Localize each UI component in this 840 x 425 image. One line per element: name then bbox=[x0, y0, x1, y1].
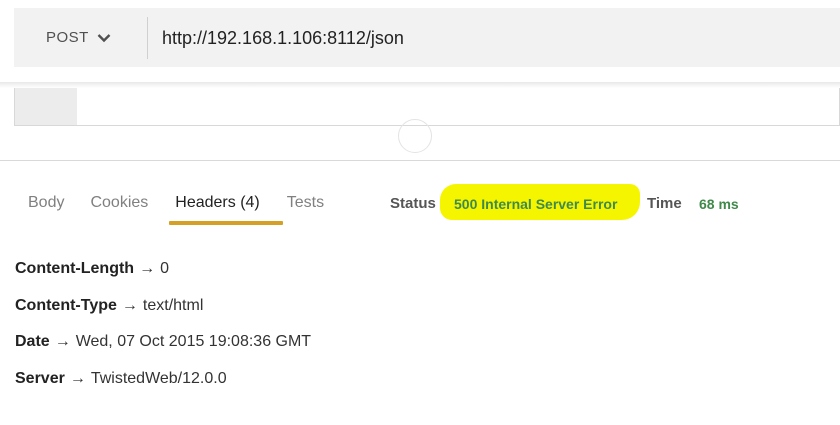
chevron-down-icon bbox=[97, 33, 111, 42]
tab-headers[interactable]: Headers (4) bbox=[175, 194, 259, 212]
header-key: Date bbox=[15, 333, 50, 350]
header-arrow: → bbox=[69, 369, 86, 387]
response-tabs: Body Cookies Headers (4) Tests bbox=[28, 194, 324, 212]
method-select[interactable]: POST bbox=[46, 29, 111, 46]
header-row: Server → TwistedWeb/12.0.0 bbox=[15, 370, 311, 407]
url-input[interactable] bbox=[162, 28, 822, 49]
tab-cookies[interactable]: Cookies bbox=[90, 194, 148, 212]
tab-tests[interactable]: Tests bbox=[287, 194, 324, 212]
header-arrow: → bbox=[121, 296, 138, 314]
header-arrow: → bbox=[139, 260, 156, 277]
header-value: text/html bbox=[142, 296, 204, 314]
method-label: POST bbox=[46, 29, 89, 46]
header-value: Wed, 07 Oct 2015 19:08:36 GMT bbox=[75, 333, 312, 350]
method-url-divider bbox=[147, 17, 148, 59]
header-row: Date → Wed, 07 Oct 2015 19:08:36 GMT bbox=[15, 333, 311, 370]
active-tab-underline bbox=[169, 221, 283, 225]
header-value: TwistedWeb/12.0.0 bbox=[90, 369, 227, 387]
response-headers-list: Content-Length → 0 Content-Type → text/html … bbox=[15, 260, 311, 406]
editor-gutter bbox=[15, 88, 77, 125]
header-key: Server bbox=[15, 369, 65, 387]
header-arrow: → bbox=[54, 333, 71, 350]
header-key: Content-Length bbox=[15, 260, 135, 277]
request-body-editor[interactable] bbox=[14, 88, 840, 126]
circle-handle-icon[interactable] bbox=[398, 119, 432, 153]
header-row: Content-Length → 0 bbox=[15, 260, 311, 297]
status-value: 500 Internal Server Error bbox=[454, 196, 618, 212]
header-value: 0 bbox=[160, 260, 169, 277]
section-divider bbox=[0, 160, 840, 161]
tab-body[interactable]: Body bbox=[28, 194, 64, 212]
time-label: Time bbox=[647, 195, 682, 212]
request-bar: POST bbox=[14, 8, 840, 67]
header-key: Content-Type bbox=[15, 296, 117, 314]
header-row: Content-Type → text/html bbox=[15, 297, 311, 334]
time-value: 68 ms bbox=[699, 196, 739, 212]
status-label: Status bbox=[390, 195, 436, 212]
